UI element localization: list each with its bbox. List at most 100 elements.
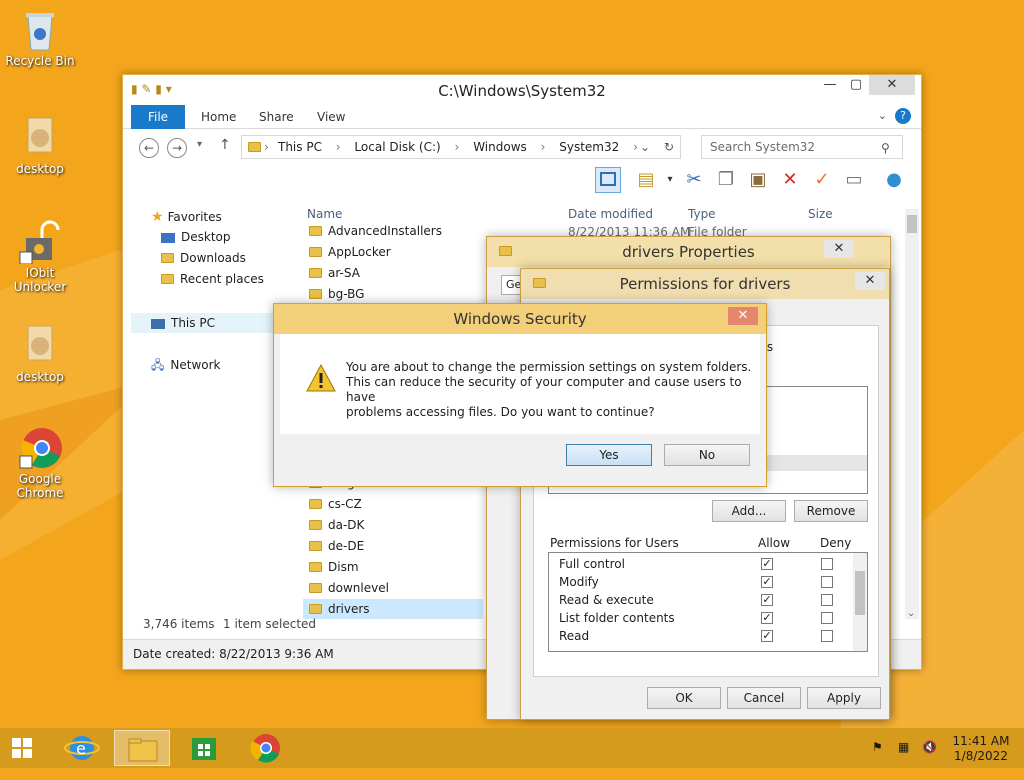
file-row[interactable]: AdvancedInstallers <box>303 221 483 241</box>
dialog-titlebar: drivers Properties ✕ <box>487 237 890 267</box>
column-date-modified[interactable]: Date modified <box>568 207 653 221</box>
ribbon-expand-icon[interactable]: ⌄ <box>878 109 887 122</box>
copy-icon[interactable]: ❐ <box>713 167 739 193</box>
desktop-icon-desktop-1[interactable]: desktop <box>0 116 80 176</box>
file-row[interactable]: Dism <box>303 557 483 577</box>
allow-modify-checkbox[interactable]: ✓ <box>761 576 773 588</box>
minimize-button[interactable]: — <box>817 75 843 95</box>
file-row[interactable]: cs-CZ <box>303 494 483 514</box>
selected-count: 1 item selected <box>223 617 317 631</box>
column-type[interactable]: Type <box>688 207 716 221</box>
address-bar[interactable]: › This PC › Local Disk (C:) › Windows › … <box>241 135 681 159</box>
deny-list-folder-checkbox[interactable] <box>821 612 833 624</box>
tab-file[interactable]: File <box>131 105 185 129</box>
network-status-icon[interactable]: ▦ <box>898 740 909 780</box>
close-button[interactable]: ✕ <box>824 240 854 258</box>
file-row[interactable]: da-DK <box>303 515 483 535</box>
taskbar-file-explorer[interactable] <box>114 730 170 766</box>
start-button[interactable] <box>0 730 56 766</box>
deny-read-execute-checkbox[interactable] <box>821 594 833 606</box>
column-name[interactable]: Name <box>307 207 342 221</box>
no-button[interactable]: No <box>664 444 750 466</box>
taskbar-store[interactable] <box>176 730 232 766</box>
computer-icon <box>151 318 165 329</box>
recent-locations-icon[interactable]: ▾ <box>197 139 202 150</box>
desktop-icon-iobit-unlocker[interactable]: IObit Unlocker <box>0 220 80 294</box>
close-button[interactable]: ✕ <box>855 272 885 290</box>
folder-icon <box>248 142 261 152</box>
desktop-icon-label: Google Chrome <box>16 472 64 500</box>
folder-icon <box>309 582 322 593</box>
dropdown-icon[interactable]: ▾ <box>657 167 683 193</box>
item-count: 3,746 items <box>143 617 215 631</box>
desktop-icon-label: desktop <box>16 370 64 384</box>
action-center-flag-icon[interactable]: ⚑ <box>872 740 883 780</box>
allow-full-control-checkbox[interactable]: ✓ <box>761 558 773 570</box>
vertical-scrollbar[interactable]: ⌄ <box>905 209 919 619</box>
add-button[interactable]: Add... <box>712 500 786 522</box>
rename-icon[interactable]: ▭ <box>841 167 867 193</box>
apply-button[interactable]: Apply <box>807 687 881 709</box>
back-icon[interactable]: ← <box>139 138 159 158</box>
breadcrumb-local-disk[interactable]: Local Disk (C:) <box>354 140 440 154</box>
deny-read-checkbox[interactable] <box>821 630 833 642</box>
nav-favorites[interactable]: ★ Favorites <box>151 209 222 225</box>
allow-list-folder-checkbox[interactable]: ✓ <box>761 612 773 624</box>
allow-read-execute-checkbox[interactable]: ✓ <box>761 594 773 606</box>
scrollbar-thumb[interactable] <box>855 571 865 615</box>
clock[interactable]: 11:41 AM 1/8/2022 <box>950 734 1012 774</box>
nav-downloads[interactable]: Downloads <box>161 251 246 265</box>
taskbar-internet-explorer[interactable]: e <box>54 730 110 766</box>
tab-view[interactable]: View <box>317 105 345 129</box>
yes-button[interactable]: Yes <box>566 444 652 466</box>
preview-pane-icon[interactable] <box>595 167 621 193</box>
file-row[interactable]: de-DE <box>303 536 483 556</box>
forward-icon[interactable]: → <box>167 138 187 158</box>
clock-time: 11:41 AM <box>952 734 1010 748</box>
dialog-message: You are about to change the permission s… <box>346 360 752 419</box>
nav-desktop[interactable]: Desktop <box>161 230 231 244</box>
deny-full-control-checkbox[interactable] <box>821 558 833 570</box>
nav-network[interactable]: 🖧 Network <box>151 356 221 377</box>
desktop-icon-recycle-bin[interactable]: Recycle Bin <box>0 8 80 68</box>
allow-read-checkbox[interactable]: ✓ <box>761 630 773 642</box>
dropdown-icon[interactable]: ⌄ <box>640 136 650 158</box>
search-input[interactable]: Search System32 <box>701 135 903 159</box>
perm-row-label: List folder contents <box>559 611 675 625</box>
nav-recent-places[interactable]: Recent places <box>161 272 264 286</box>
globe-icon[interactable]: ● <box>881 167 907 193</box>
permissions-scrollbar[interactable] <box>853 553 867 651</box>
deny-modify-checkbox[interactable] <box>821 576 833 588</box>
remove-button[interactable]: Remove <box>794 500 868 522</box>
cancel-button[interactable]: Cancel <box>727 687 801 709</box>
column-size[interactable]: Size <box>808 207 833 221</box>
tab-home[interactable]: Home <box>201 105 236 129</box>
breadcrumb-windows[interactable]: Windows <box>473 140 527 154</box>
refresh-icon[interactable]: ↻ <box>664 136 674 158</box>
perm-row-label: Read & execute <box>559 593 654 607</box>
ok-button[interactable]: OK <box>647 687 721 709</box>
close-button[interactable]: ✕ <box>869 75 915 95</box>
tab-share[interactable]: Share <box>259 105 294 129</box>
desktop-icon-google-chrome[interactable]: Google Chrome <box>0 426 80 500</box>
taskbar-chrome[interactable] <box>238 730 294 766</box>
volume-muted-icon[interactable]: 🔇 <box>922 740 937 780</box>
breadcrumb-system32[interactable]: System32 <box>559 140 619 154</box>
breadcrumb-this-pc[interactable]: This PC <box>278 140 322 154</box>
file-row[interactable]: downlevel <box>303 578 483 598</box>
cut-icon[interactable]: ✂ <box>681 167 707 193</box>
close-button[interactable]: ✕ <box>728 307 758 325</box>
checkmark-icon[interactable]: ✓ <box>809 167 835 193</box>
delete-icon[interactable]: ✕ <box>777 167 803 193</box>
scrollbar-thumb[interactable] <box>907 215 917 233</box>
file-row[interactable]: ar-SA <box>303 263 483 283</box>
paste-icon[interactable]: ▣ <box>745 167 771 193</box>
file-row[interactable]: bg-BG <box>303 284 483 304</box>
desktop-icon-desktop-2[interactable]: desktop <box>0 324 80 384</box>
properties-icon[interactable]: ▤ <box>633 167 659 193</box>
up-icon[interactable]: ↑ <box>219 137 231 153</box>
maximize-button[interactable]: ▢ <box>843 75 869 95</box>
help-icon[interactable]: ? <box>895 108 911 124</box>
dialog-title: Permissions for drivers <box>619 275 791 293</box>
file-row[interactable]: AppLocker <box>303 242 483 262</box>
